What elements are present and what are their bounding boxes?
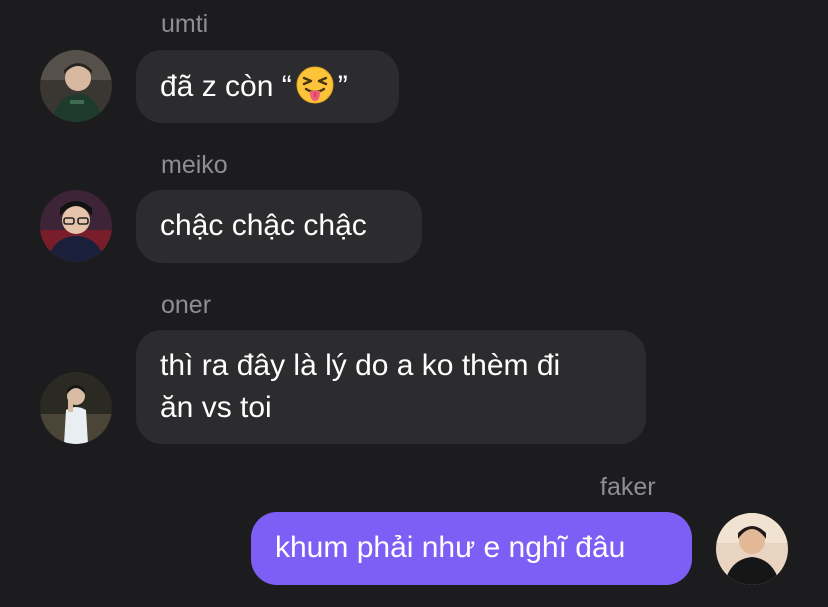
- avatar-photo-meiko: [40, 190, 112, 262]
- sender-name-meiko: meiko: [161, 151, 228, 179]
- avatar-photo-umti: [40, 50, 112, 122]
- message-bubble-oner[interactable]: thì ra đây là lý do a ko thèm đi ăn vs t…: [136, 330, 646, 444]
- avatar-faker[interactable]: [716, 513, 788, 585]
- avatar-umti[interactable]: [40, 50, 112, 122]
- avatar-meiko[interactable]: [40, 190, 112, 262]
- message-text-line-2: ăn vs toi: [160, 391, 272, 424]
- sender-name-faker: faker: [600, 473, 656, 501]
- message-bubble-umti[interactable]: đã z còn “ ”: [136, 50, 399, 123]
- avatar-photo-faker: [716, 513, 788, 585]
- message-bubble-faker[interactable]: khum phải như e nghĩ đâu: [251, 512, 692, 585]
- avatar-photo-oner: [40, 372, 112, 444]
- avatar-oner[interactable]: [40, 372, 112, 444]
- message-text-line-1: thì ra đây là lý do a ko thèm đi: [160, 349, 561, 382]
- chat-thread: umti đã z còn “ ” meiko chậc chậc chậc o…: [0, 0, 828, 607]
- message-text: khum phải như e nghĩ đâu: [275, 531, 626, 564]
- squinting-face-with-tongue-icon: [295, 65, 335, 105]
- message-text-part: ”: [337, 70, 348, 103]
- sender-name-umti: umti: [161, 10, 209, 38]
- message-bubble-meiko[interactable]: chậc chậc chậc: [136, 190, 422, 263]
- message-text: chậc chậc chậc: [160, 209, 367, 242]
- message-text-part: đã z còn “: [160, 70, 292, 103]
- sender-name-oner: oner: [161, 291, 212, 319]
